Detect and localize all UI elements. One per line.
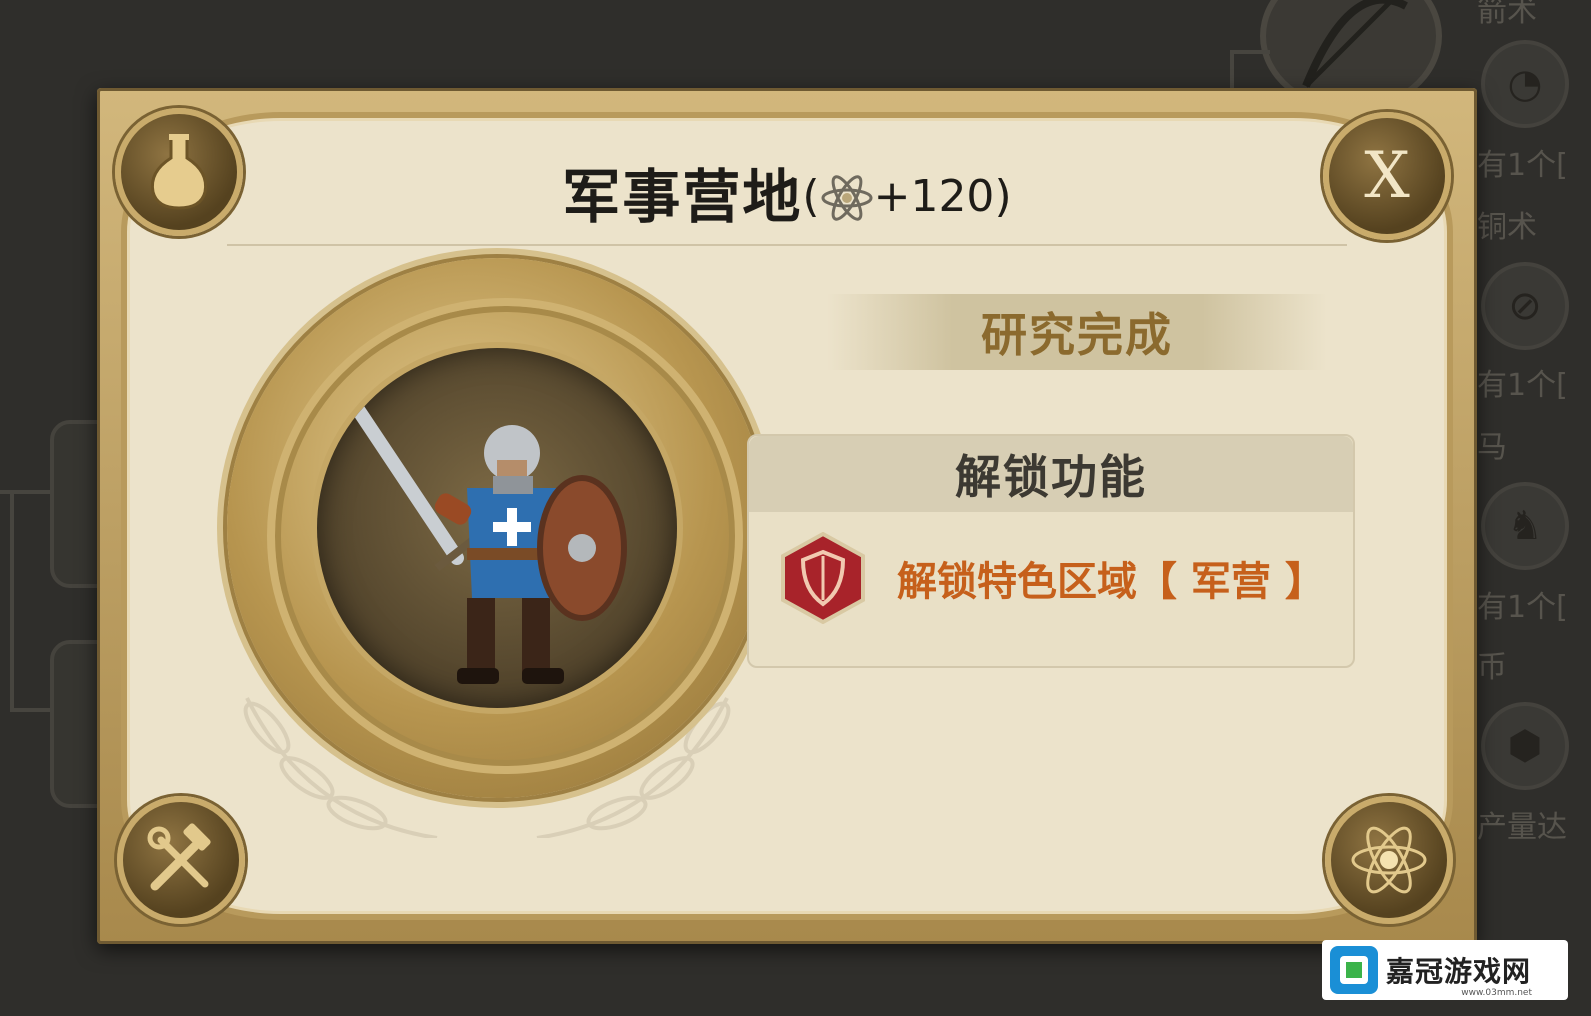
bonus-close: ) bbox=[994, 171, 1012, 222]
dialog-title: 军事营地 bbox=[562, 163, 803, 231]
bg-tech-icon: ◔ bbox=[1481, 40, 1569, 128]
bg-tree-label: 产量达 bbox=[1477, 810, 1567, 845]
research-complete-dialog: X 军事营地( +120) 研究完成 解锁功能 解锁特色区域【 军营 】 bbox=[97, 88, 1477, 944]
science-atom-icon bbox=[821, 175, 873, 221]
watermark-text: 嘉冠游戏网 bbox=[1386, 955, 1532, 988]
bg-tree-label: 币 bbox=[1477, 650, 1507, 685]
bg-tech-icon: ⊘ bbox=[1481, 262, 1569, 350]
watermark-url: www.03mm.net bbox=[1461, 988, 1532, 998]
bg-tree-label: 马 bbox=[1477, 430, 1507, 465]
unlock-item-label: 解锁特色区域【 军营 】 bbox=[897, 559, 1325, 605]
bg-tree-label: 有1个[ bbox=[1477, 590, 1568, 625]
unlock-features-panel: 解锁功能 解锁特色区域【 军营 】 bbox=[747, 434, 1355, 668]
gold-medallion bbox=[227, 258, 767, 798]
knight-soldier-image bbox=[317, 348, 677, 708]
dialog-title-row: 军事营地( +120) bbox=[97, 150, 1477, 234]
bg-horse-icon: ♞ bbox=[1481, 482, 1569, 570]
unlock-title: 解锁功能 bbox=[955, 450, 1147, 504]
unlock-item-barracks-district[interactable]: 解锁特色区域【 军营 】 bbox=[779, 532, 1325, 624]
bg-tree-label: 铜术 bbox=[1477, 210, 1537, 245]
bg-tree-label: 有1个[ bbox=[1477, 148, 1568, 183]
unit-medallion bbox=[157, 258, 767, 838]
shield-icon bbox=[781, 532, 865, 624]
bg-tech-tree-column: 箭术 ◔ 有1个[ 铜术 ⊘ 有1个[ 马 ♞ 有1个[ 币 ⬢ 产量达 bbox=[1471, 0, 1591, 1016]
site-logo-icon bbox=[1330, 946, 1378, 994]
bg-coin-icon: ⬢ bbox=[1481, 702, 1569, 790]
unlock-header: 解锁功能 bbox=[749, 436, 1353, 512]
bonus-open: ( bbox=[802, 171, 820, 222]
science-bonus-value: +120 bbox=[873, 171, 995, 222]
atom-icon bbox=[1325, 796, 1453, 924]
site-watermark: 嘉冠游戏网 www.03mm.net bbox=[1322, 940, 1568, 1000]
research-status: 研究完成 bbox=[981, 308, 1173, 362]
bg-tree-label: 有1个[ bbox=[1477, 368, 1568, 403]
research-status-banner: 研究完成 bbox=[827, 294, 1327, 370]
title-divider bbox=[227, 244, 1347, 246]
bg-tree-label: 箭术 bbox=[1477, 0, 1537, 29]
